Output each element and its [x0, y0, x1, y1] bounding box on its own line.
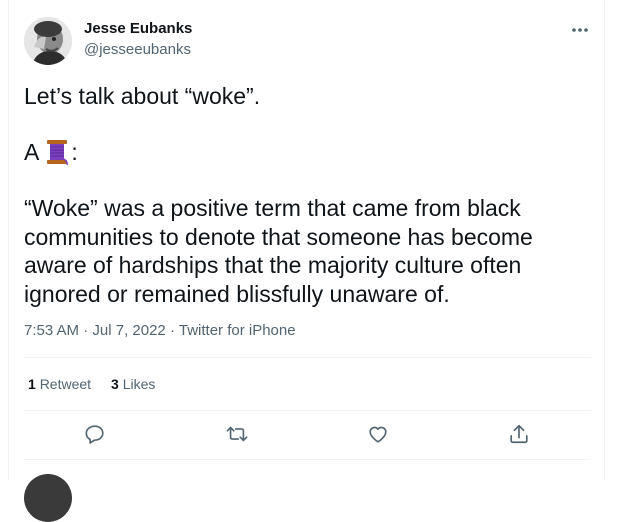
retweet-button[interactable] [225, 422, 249, 446]
reply-icon [85, 425, 104, 444]
tweet-metadata: 7:53 AM · Jul 7, 2022 · Twitter for iPho… [24, 322, 296, 339]
ellipsis-icon [572, 28, 588, 32]
share-icon [510, 424, 528, 444]
likes-stat[interactable]: 3 Likes [111, 376, 155, 392]
person-avatar-icon [24, 17, 72, 65]
thread-spool-emoji-icon [45, 138, 69, 166]
tweet-actions [0, 422, 630, 448]
retweets-stat[interactable]: 1 Retweet [28, 376, 91, 392]
like-button[interactable] [366, 422, 390, 446]
tweet-line-thread: A : [24, 138, 78, 166]
author-display-name[interactable]: Jesse Eubanks [84, 20, 192, 37]
author-avatar[interactable] [24, 17, 72, 65]
author-handle[interactable]: @jesseeubanks [84, 41, 191, 58]
thread-prefix: A [24, 139, 40, 165]
likes-label: Likes [122, 376, 156, 392]
share-button[interactable] [507, 422, 531, 446]
like-icon [369, 426, 387, 443]
tweet-line-intro: Let’s talk about “woke”. [24, 83, 261, 109]
divider [24, 410, 591, 411]
retweets-label: Retweet [39, 376, 92, 392]
tweet-time[interactable]: 7:53 AM [24, 322, 79, 339]
divider [24, 357, 591, 358]
meta-separator: · [83, 322, 89, 339]
tweet-date[interactable]: Jul 7, 2022 [92, 322, 165, 339]
tweet-stats: 1 Retweet 3 Likes [28, 376, 155, 392]
tweet-line-definition: “Woke” was a positive term that came fro… [24, 195, 533, 307]
more-options-button[interactable] [566, 18, 594, 42]
thread-suffix: : [71, 139, 78, 165]
retweets-count: 1 [28, 376, 36, 392]
retweet-icon [226, 426, 248, 442]
meta-separator: · [169, 322, 175, 339]
divider [24, 459, 591, 460]
tweet-source[interactable]: Twitter for iPhone [179, 322, 296, 339]
reply-button[interactable] [83, 422, 107, 446]
likes-count: 3 [111, 376, 119, 392]
next-tweet-avatar[interactable] [24, 474, 72, 522]
